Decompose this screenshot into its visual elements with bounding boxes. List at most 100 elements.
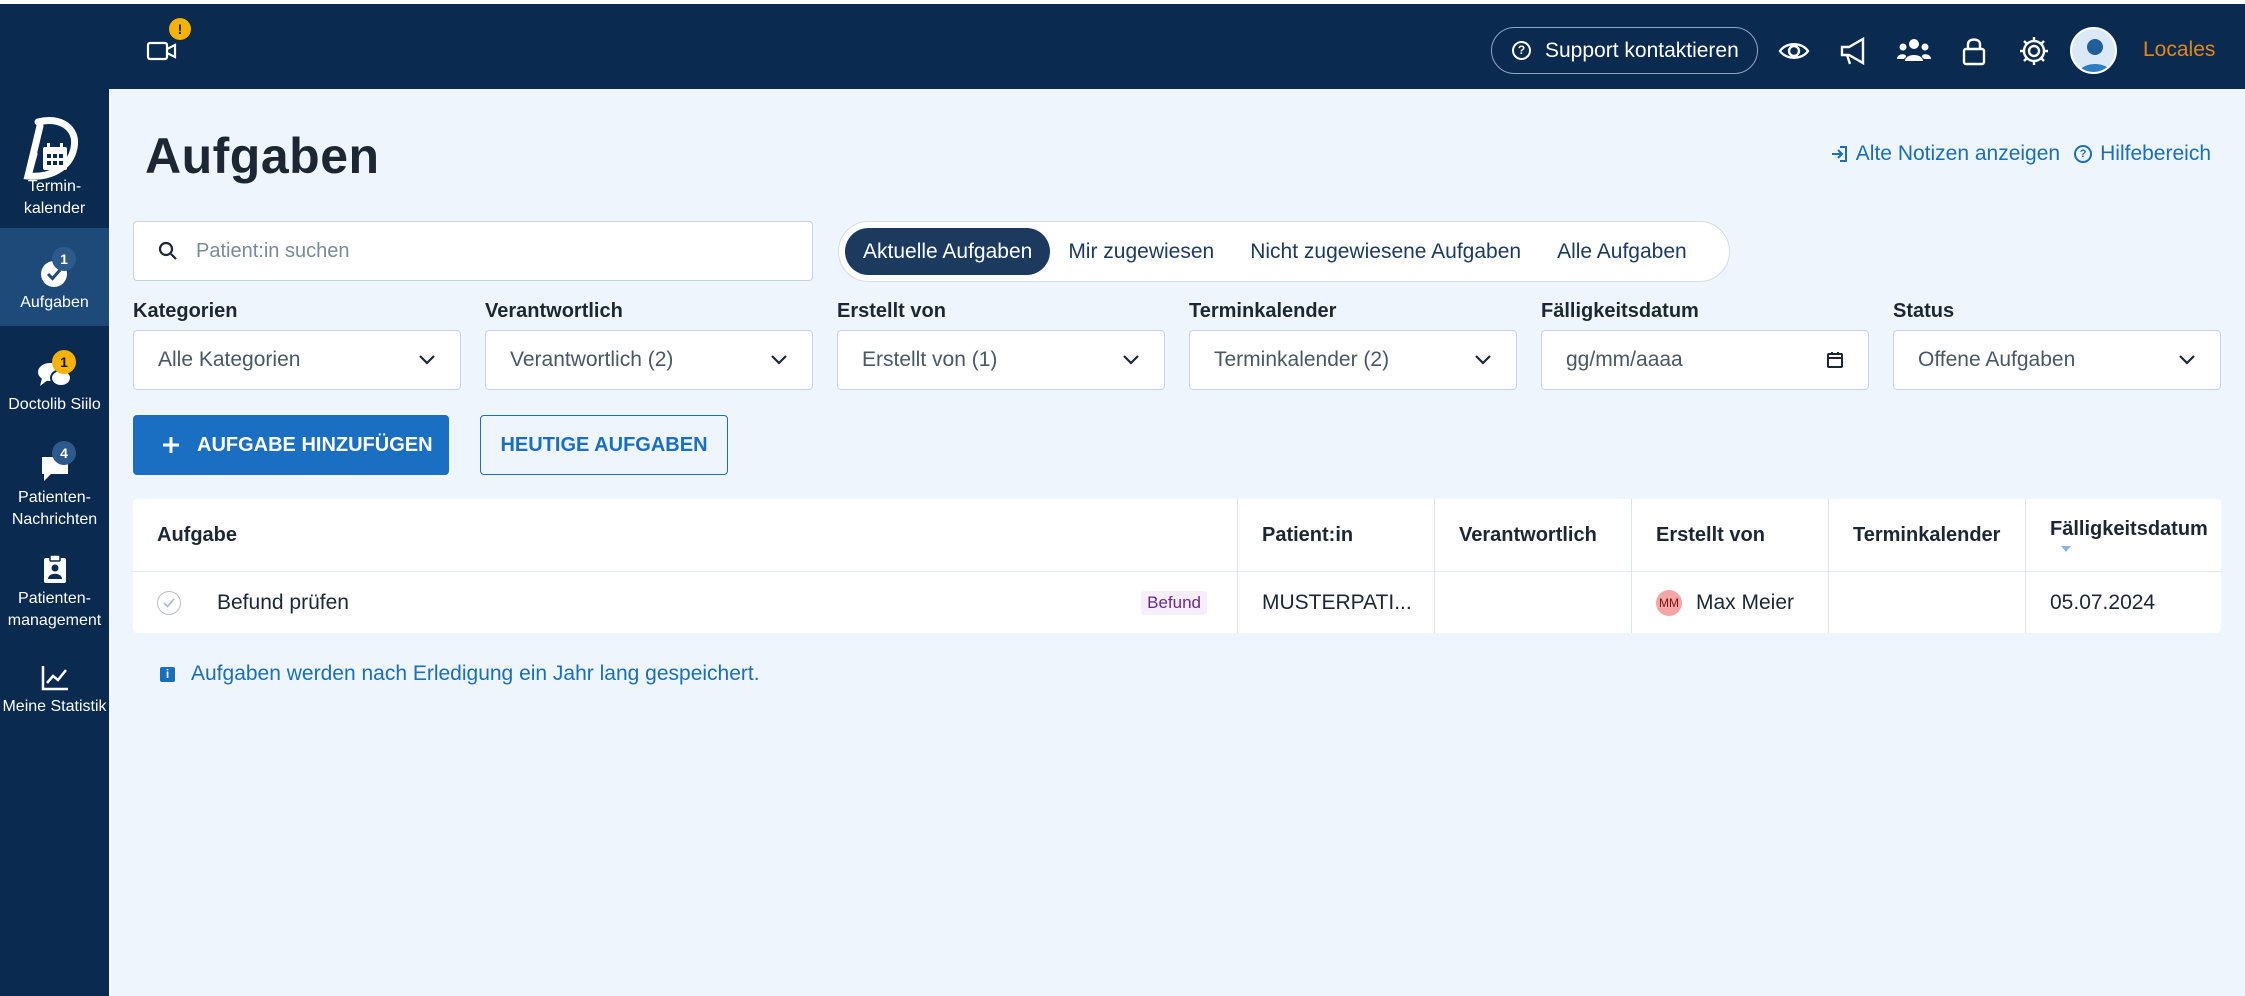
support-button[interactable]: ? Support kontaktieren	[1491, 27, 1758, 74]
due-date-input[interactable]: gg/mm/aaaa	[1541, 330, 1869, 390]
sidebar-item-patienten-management[interactable]: Patienten- management	[0, 550, 109, 634]
top-bar: ! ? Support kontaktieren Locales	[0, 0, 2245, 89]
search-icon	[158, 241, 177, 260]
due-date-header-label: Fälligkeitsdatum	[2050, 517, 2208, 540]
select-value: Erstellt von (1)	[862, 348, 998, 371]
creator-name: Max Meier	[1696, 590, 1795, 614]
table-row[interactable]: Befund prüfen Befund	[133, 572, 1237, 633]
today-tasks-button[interactable]: HEUTIGE AUFGABEN	[480, 415, 728, 475]
terminkalender-select[interactable]: Terminkalender (2)	[1189, 330, 1517, 390]
column-header-patient[interactable]: Patient:in	[1238, 499, 1434, 571]
task-title[interactable]: Befund prüfen	[217, 591, 349, 615]
header-links: Alte Notizen anzeigen ? Hilfebereich	[1830, 142, 2211, 166]
siilo-count-badge: 1	[52, 350, 76, 374]
column-header-aufgabe[interactable]: Aufgabe	[133, 499, 1237, 571]
plus-icon	[163, 437, 179, 453]
erstellt-von-select[interactable]: Erstellt von (1)	[837, 330, 1165, 390]
filter-label: Verantwortlich	[485, 300, 623, 322]
column-header-terminkalender[interactable]: Terminkalender	[1829, 499, 2025, 571]
sidebar-item-aufgaben[interactable]: Aufgaben 1	[0, 228, 109, 326]
kategorien-select[interactable]: Alle Kategorien	[133, 330, 461, 390]
sidebar-item-label: Meine Statistik	[2, 698, 107, 715]
status-select[interactable]: Offene Aufgaben	[1893, 330, 2221, 390]
tab-aktuelle-aufgaben[interactable]: Aktuelle Aufgaben	[845, 228, 1051, 275]
task-tabs: Aktuelle Aufgaben Mir zugewiesen Nicht z…	[838, 221, 1730, 282]
filter-label: Fälligkeitsdatum	[1541, 300, 1699, 322]
filter-label: Terminkalender	[1189, 300, 1337, 322]
column-header-erstellt-von[interactable]: Erstellt von	[1632, 499, 1828, 571]
support-label: Support kontaktieren	[1545, 38, 1739, 62]
filter-terminkalender: Terminkalender Terminkalender (2)	[1189, 300, 1517, 390]
column-header-faelligkeitsdatum[interactable]: Fälligkeitsdatum	[2026, 499, 2221, 571]
video-alert-badge: !	[169, 18, 191, 40]
add-task-label: AUFGABE HINZUFÜGEN	[197, 433, 433, 456]
info-text: Aufgaben werden nach Erledigung ein Jahr…	[191, 662, 760, 685]
select-value: Alle Kategorien	[158, 348, 301, 371]
patient-cell[interactable]: MUSTERPATI...	[1238, 572, 1434, 633]
chevron-down-icon	[1475, 355, 1491, 365]
verantwortlich-select[interactable]: Verantwortlich (2)	[485, 330, 813, 390]
add-task-button[interactable]: AUFGABE HINZUFÜGEN	[133, 415, 449, 475]
filter-label: Erstellt von	[837, 300, 946, 322]
date-placeholder: gg/mm/aaaa	[1566, 348, 1683, 371]
creator-avatar: MM	[1656, 589, 1682, 616]
filter-label: Kategorien	[133, 300, 238, 322]
old-notes-link[interactable]: Alte Notizen anzeigen	[1830, 142, 2060, 166]
filter-label: Status	[1893, 300, 1955, 322]
responsible-cell	[1435, 572, 1631, 633]
patient-search[interactable]	[133, 221, 813, 281]
sidebar-item-patienten-nachrichten[interactable]: Patienten- Nachrichten 4	[0, 441, 109, 533]
eye-icon[interactable]	[1777, 34, 1811, 68]
select-value: Terminkalender (2)	[1214, 348, 1390, 371]
clipboard-icon	[43, 554, 66, 583]
sidebar-item-meine-statistik[interactable]: Meine Statistik	[0, 664, 109, 724]
filter-kategorien: Kategorien Alle Kategorien	[133, 300, 461, 390]
question-icon: ?	[1512, 41, 1531, 60]
filter-status: Status Offene Aufgaben	[1893, 300, 2221, 390]
chevron-down-icon	[2179, 355, 2195, 365]
sidebar-item-label: Patienten- Nachrichten	[11, 489, 98, 528]
chevron-down-icon	[419, 355, 435, 365]
user-avatar[interactable]	[2070, 27, 2117, 74]
help-circle-icon: ?	[2074, 145, 2093, 163]
column-header-verantwortlich[interactable]: Verantwortlich	[1435, 499, 1631, 571]
messages-count-badge: 4	[52, 441, 76, 465]
sort-desc-icon	[2061, 545, 2071, 552]
users-icon[interactable]	[1896, 34, 1931, 68]
tab-alle-aufgaben[interactable]: Alle Aufgaben	[1539, 228, 1705, 275]
filter-erstellt-von: Erstellt von Erstellt von (1)	[837, 300, 1165, 390]
tab-mir-zugewiesen[interactable]: Mir zugewiesen	[1050, 228, 1232, 275]
chart-line-icon	[41, 666, 68, 691]
due-date-cell: 05.07.2024	[2050, 590, 2156, 614]
tasks-table: Aufgabe Patient:in Verantwortlich Erstel…	[133, 499, 2221, 633]
select-value: Verantwortlich (2)	[510, 348, 674, 371]
page-title: Aufgaben	[145, 128, 380, 184]
filter-verantwortlich: Verantwortlich Verantwortlich (2)	[485, 300, 813, 390]
sidebar-item-termin-kalender[interactable]: Termin- kalender	[0, 142, 109, 228]
sign-in-icon	[1831, 146, 1847, 162]
filter-faelligkeitsdatum: Fälligkeitsdatum gg/mm/aaaa	[1541, 300, 1869, 390]
video-camera-icon[interactable]: !	[145, 18, 191, 68]
tab-nicht-zugewiesen[interactable]: Nicht zugewiesene Aufgaben	[1232, 228, 1539, 275]
calendar-picker-icon[interactable]	[1826, 351, 1844, 369]
sidebar-item-label: Doctolib Siilo	[8, 396, 101, 413]
sidebar-item-label: Aufgaben	[20, 294, 89, 311]
sidebar-item-label: Patienten- management	[7, 590, 102, 629]
locales-label[interactable]: Locales	[2143, 38, 2215, 62]
megaphone-icon[interactable]	[1837, 34, 1871, 68]
gear-icon[interactable]	[2017, 34, 2051, 68]
chevron-down-icon	[771, 355, 787, 365]
sidebar-item-doctolib-siilo[interactable]: Doctolib Siilo 1	[0, 350, 109, 430]
chevron-down-icon	[1123, 355, 1139, 365]
help-link[interactable]: ? Hilfebereich	[2074, 142, 2211, 166]
select-value: Offene Aufgaben	[1918, 348, 2076, 371]
category-tag: Befund	[1141, 590, 1207, 615]
complete-task-checkbox[interactable]	[157, 590, 181, 615]
info-icon: i	[160, 666, 175, 682]
retention-info: i Aufgaben werden nach Erledigung ein Ja…	[160, 662, 760, 686]
calendar-cell	[1829, 572, 2025, 633]
calendar-icon	[42, 143, 67, 170]
lock-icon[interactable]	[1957, 34, 1991, 68]
help-label: Hilfebereich	[2100, 142, 2211, 165]
search-input[interactable]	[196, 239, 796, 263]
